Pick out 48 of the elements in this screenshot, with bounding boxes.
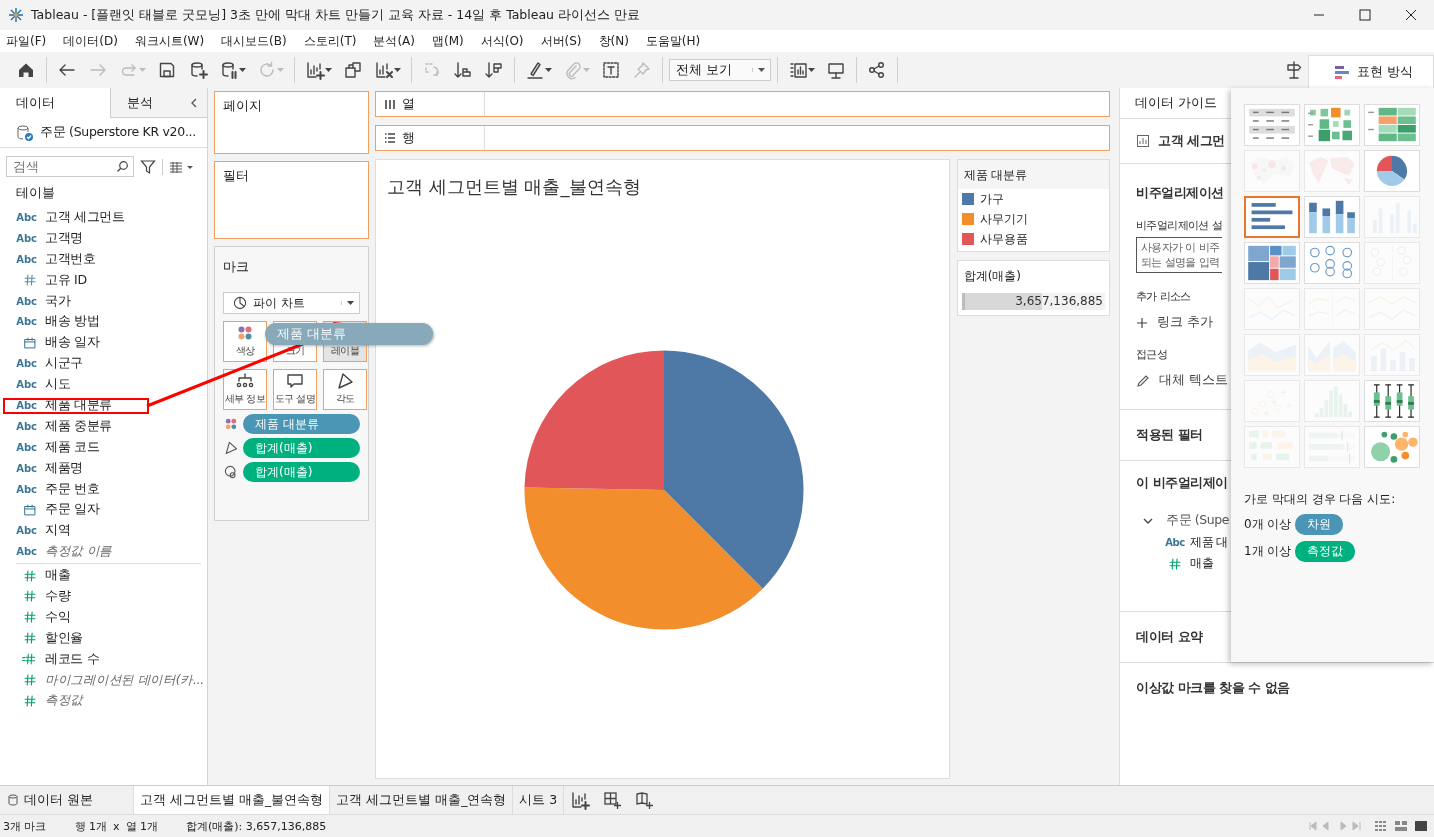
size-legend-bar: 3,657,136,885 bbox=[961, 293, 1105, 310]
data-source-name: 주문 (Supe bbox=[1166, 512, 1230, 529]
legend-title: 제품 대분류 bbox=[957, 160, 1109, 189]
sum-readout: 합계(매출): 3,657,136,885 bbox=[186, 818, 327, 834]
field-name: 매출 bbox=[1190, 556, 1214, 571]
section-heading: 데이터 요약 bbox=[1136, 628, 1203, 646]
section-heading: 테이블 bbox=[15, 183, 56, 202]
dragged-field-tooltip: 제품 대분류 bbox=[265, 323, 433, 345]
string-type-label: Abc bbox=[16, 441, 37, 453]
string-type-label: Abc bbox=[16, 232, 37, 244]
string-type-label: Abc bbox=[16, 525, 37, 537]
show-me-hint: 가로 막대의 경우 다음 시도: bbox=[1244, 491, 1397, 508]
sheet-name: 고객 세그먼 bbox=[1158, 132, 1225, 150]
column-count: 열 1개 bbox=[125, 818, 158, 834]
field-label: 비주얼리제이션 설 bbox=[1136, 218, 1223, 233]
string-type-label: Abc bbox=[16, 379, 37, 391]
section-heading: 적용된 필터 bbox=[1136, 426, 1203, 444]
shelf-label: 열 bbox=[402, 95, 415, 113]
string-type-label: Abc bbox=[1165, 537, 1185, 548]
section-heading: 이상값 마크를 찾을 수 없음 bbox=[1136, 679, 1290, 697]
requirement-pill: 차원 bbox=[1295, 514, 1344, 535]
card-title: 마크 bbox=[223, 259, 250, 276]
section-heading: 비주얼리제이션 bbox=[1136, 184, 1224, 202]
string-type-label: Abc bbox=[16, 211, 37, 223]
string-type-label: Abc bbox=[16, 399, 37, 411]
shelf-label: 행 bbox=[402, 129, 415, 147]
string-type-label: Abc bbox=[16, 316, 37, 328]
field-name: 제품 대 bbox=[1190, 535, 1229, 550]
string-type-label: Abc bbox=[16, 253, 37, 265]
window-title: Tableau - [플랜잇 태블로 굿모닝] 3초 만에 막대 차트 만들기 교육 자료 - 14일 후 Tableau 라이선스 만료 bbox=[31, 6, 640, 24]
string-type-label: Abc bbox=[16, 483, 37, 495]
card-title: 필터 bbox=[223, 168, 249, 183]
string-type-label: Abc bbox=[16, 295, 37, 307]
sheet-title: 고객 세그먼트별 매출_불연속형 bbox=[386, 175, 643, 200]
string-type-label: Abc bbox=[16, 462, 37, 474]
subsection-heading: 추가 리소스 bbox=[1136, 289, 1191, 304]
section-heading: 이 비주얼리제이 bbox=[1136, 474, 1228, 492]
requirement-count: 1개 이상 bbox=[1244, 543, 1292, 560]
card-title: 페이지 bbox=[223, 98, 262, 113]
requirement-pill: 측정값 bbox=[1295, 541, 1356, 562]
requirement-count: 0개 이상 bbox=[1244, 516, 1292, 533]
subsection-heading: 접근성 bbox=[1136, 347, 1168, 362]
string-type-label: Abc bbox=[16, 420, 37, 432]
times-sign: x bbox=[113, 819, 120, 833]
string-type-label: Abc bbox=[16, 358, 37, 370]
mark-count: 3개 마크 bbox=[3, 818, 47, 834]
string-type-label: Abc bbox=[16, 546, 37, 558]
row-count: 행 1개 bbox=[74, 818, 107, 834]
